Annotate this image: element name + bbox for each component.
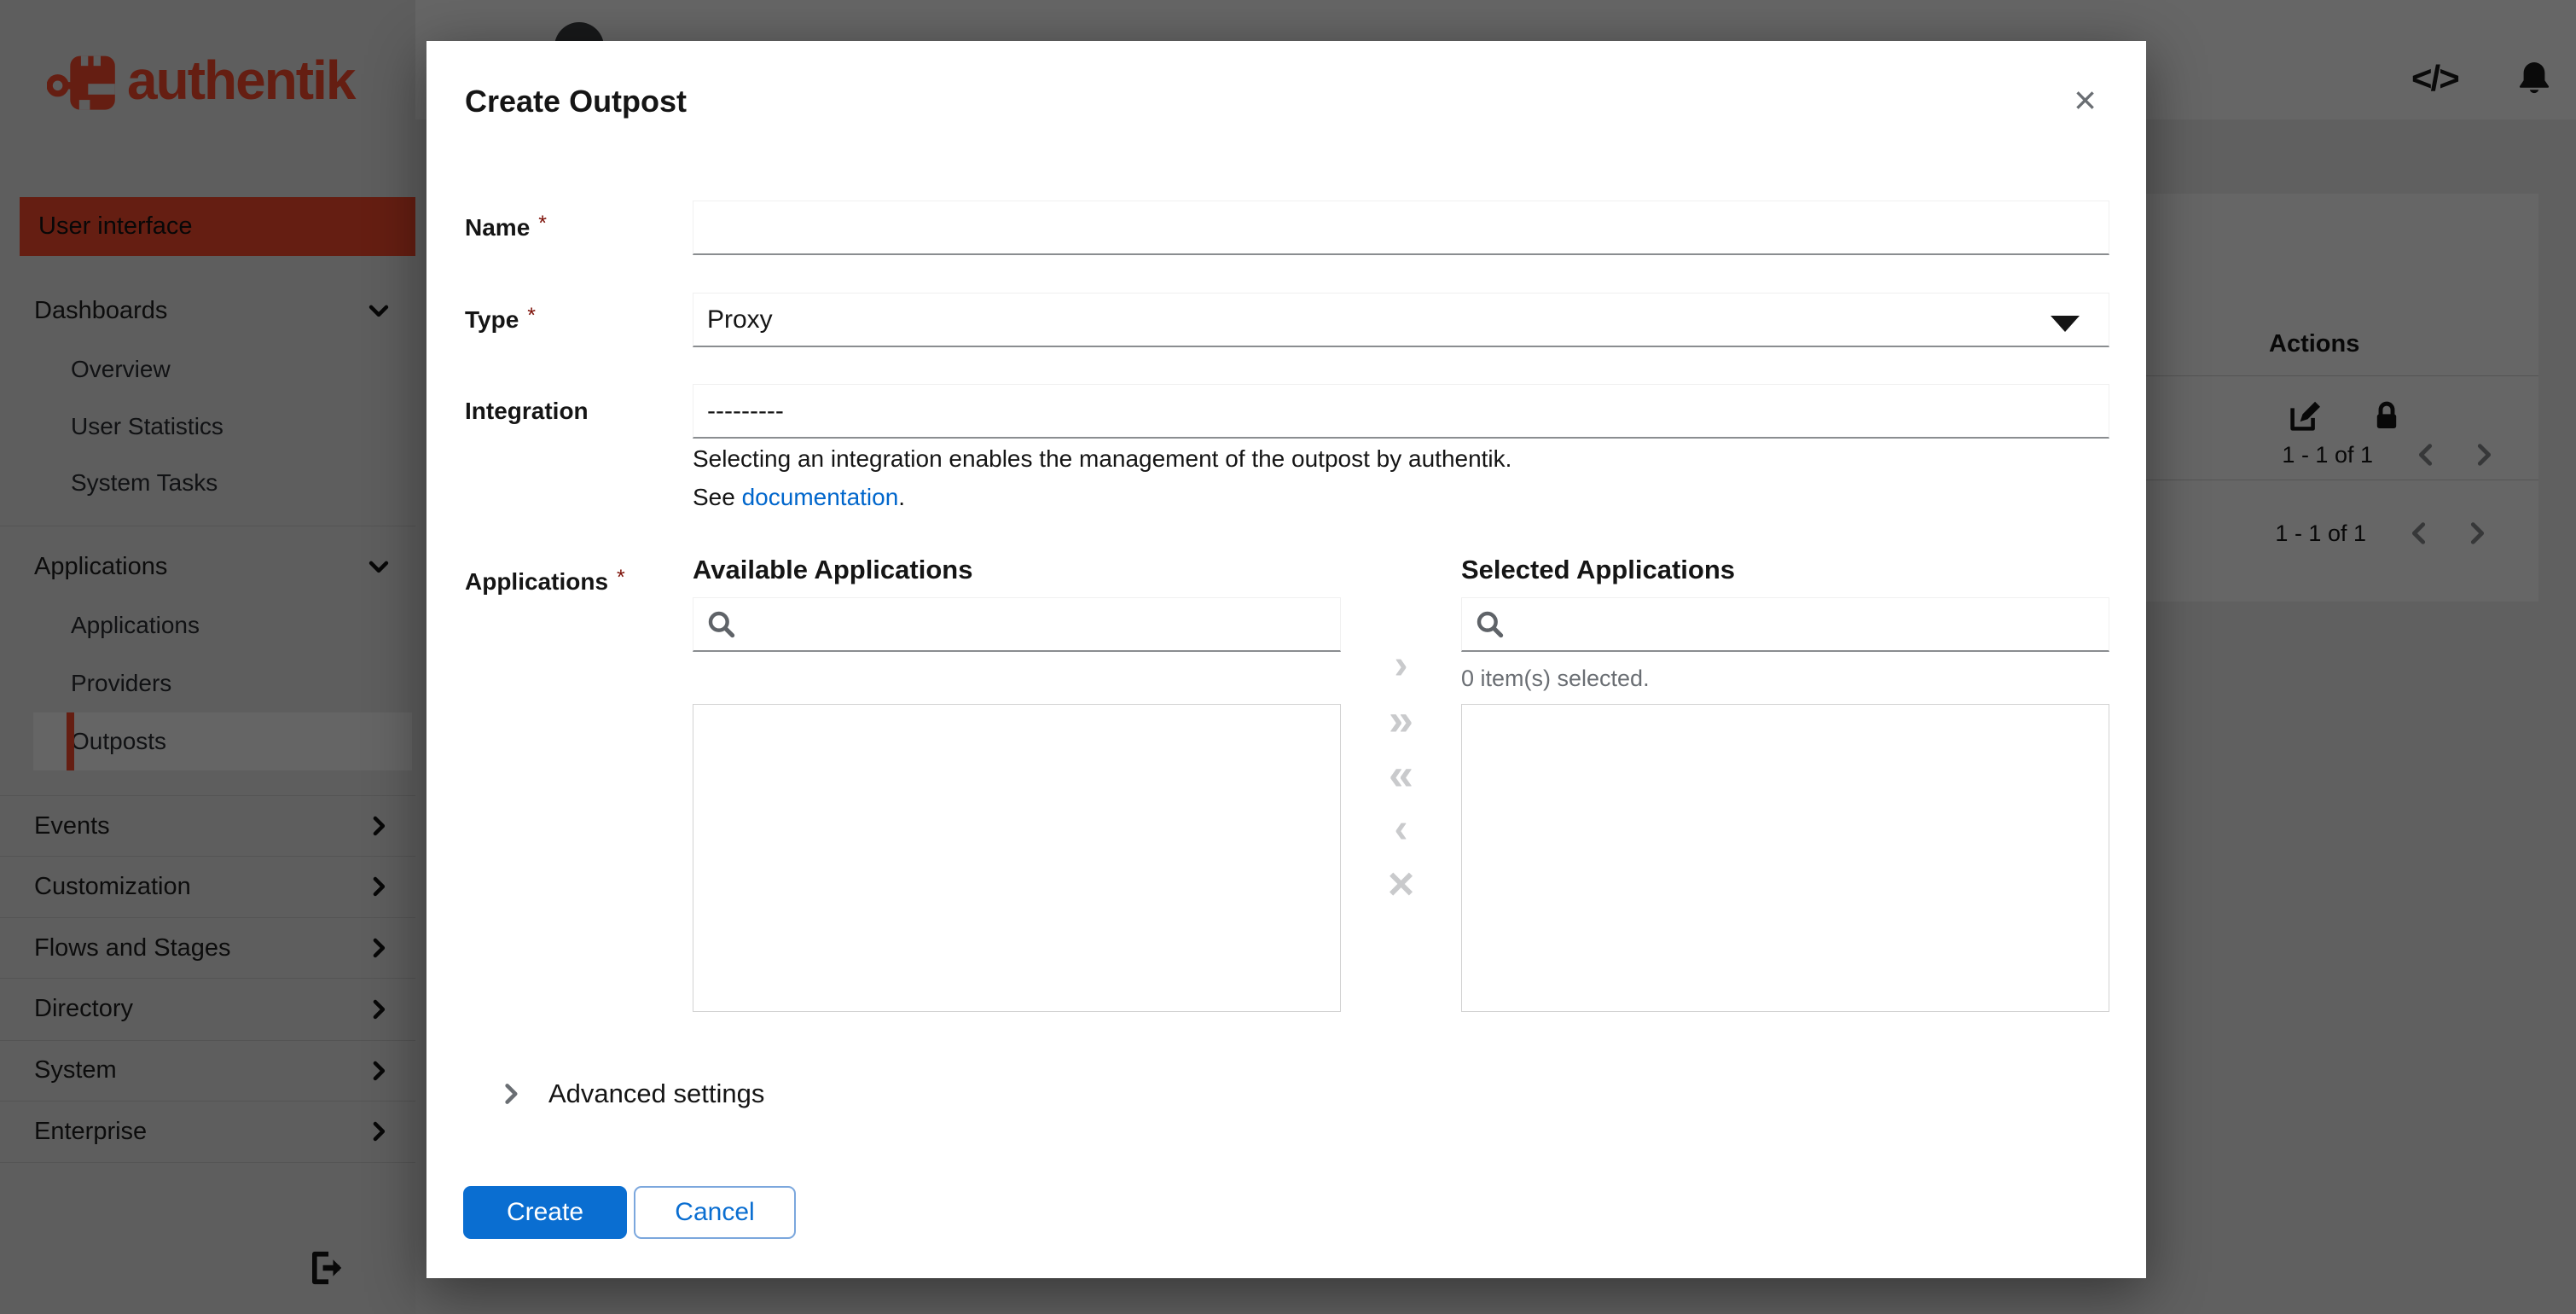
integration-help-text: Selecting an integration enables the man…	[693, 445, 1512, 472]
double-chevron-left-icon: «	[1389, 750, 1413, 799]
available-applications-list[interactable]	[693, 704, 1341, 1012]
chevron-left-icon: ‹	[1394, 806, 1408, 852]
advanced-settings-label: Advanced settings	[548, 1079, 765, 1108]
clear-selection-button[interactable]: ×	[1388, 857, 1415, 911]
integration-help-line2: See documentation.	[693, 484, 906, 510]
selected-applications-panel: Selected Applications 0 item(s) selected…	[1461, 555, 2109, 1012]
dual-list-controls: › » « ‹ ×	[1341, 638, 1461, 911]
type-select[interactable]: Proxy	[693, 293, 2109, 347]
type-select-value: Proxy	[707, 305, 773, 334]
available-applications-panel: Available Applications	[693, 555, 1341, 1012]
chevron-right-icon: ›	[1394, 642, 1408, 688]
selected-search	[1461, 597, 2109, 652]
advanced-settings-toggle[interactable]: Advanced settings	[499, 1079, 764, 1109]
search-icon	[1474, 608, 1506, 641]
authentik-admin-screen: </> 1 - 1 of 1 Actions	[0, 0, 2576, 1314]
integration-field[interactable]	[693, 384, 2109, 439]
available-applications-title: Available Applications	[693, 555, 973, 584]
selected-count-text: 0 item(s) selected.	[1461, 666, 1650, 691]
chevron-right-icon	[499, 1082, 523, 1106]
create-button[interactable]: Create	[463, 1186, 627, 1239]
move-right-button[interactable]: ›	[1395, 638, 1408, 693]
selected-applications-list[interactable]	[1461, 704, 2109, 1012]
double-chevron-right-icon: »	[1389, 695, 1413, 745]
modal-footer: Create Cancel	[463, 1186, 796, 1239]
close-icon[interactable]: ×	[2068, 75, 2102, 125]
clear-icon: ×	[1387, 858, 1415, 910]
move-left-button[interactable]: ‹	[1395, 802, 1408, 857]
cancel-button[interactable]: Cancel	[634, 1186, 796, 1239]
create-outpost-modal: Create Outpost × Name * Type * Proxy Integ…	[426, 41, 2146, 1278]
documentation-link[interactable]: documentation	[742, 484, 899, 510]
selected-applications-title: Selected Applications	[1461, 555, 1735, 584]
name-field[interactable]	[693, 201, 2109, 255]
caret-down-icon	[2051, 316, 2080, 332]
available-search-input[interactable]	[748, 598, 1328, 649]
selected-search-input[interactable]	[1517, 598, 2097, 649]
required-marker: *	[538, 212, 547, 235]
move-all-left-button[interactable]: «	[1389, 747, 1413, 802]
integration-label: Integration	[465, 398, 589, 424]
name-label: Name *	[465, 212, 547, 241]
available-search	[693, 597, 1341, 652]
required-marker: *	[617, 566, 625, 590]
modal-title: Create Outpost	[465, 84, 688, 119]
type-label: Type *	[465, 304, 537, 333]
required-marker: *	[527, 304, 537, 328]
move-all-right-button[interactable]: »	[1389, 693, 1413, 747]
applications-label: Applications *	[465, 566, 625, 595]
search-icon	[705, 608, 738, 641]
